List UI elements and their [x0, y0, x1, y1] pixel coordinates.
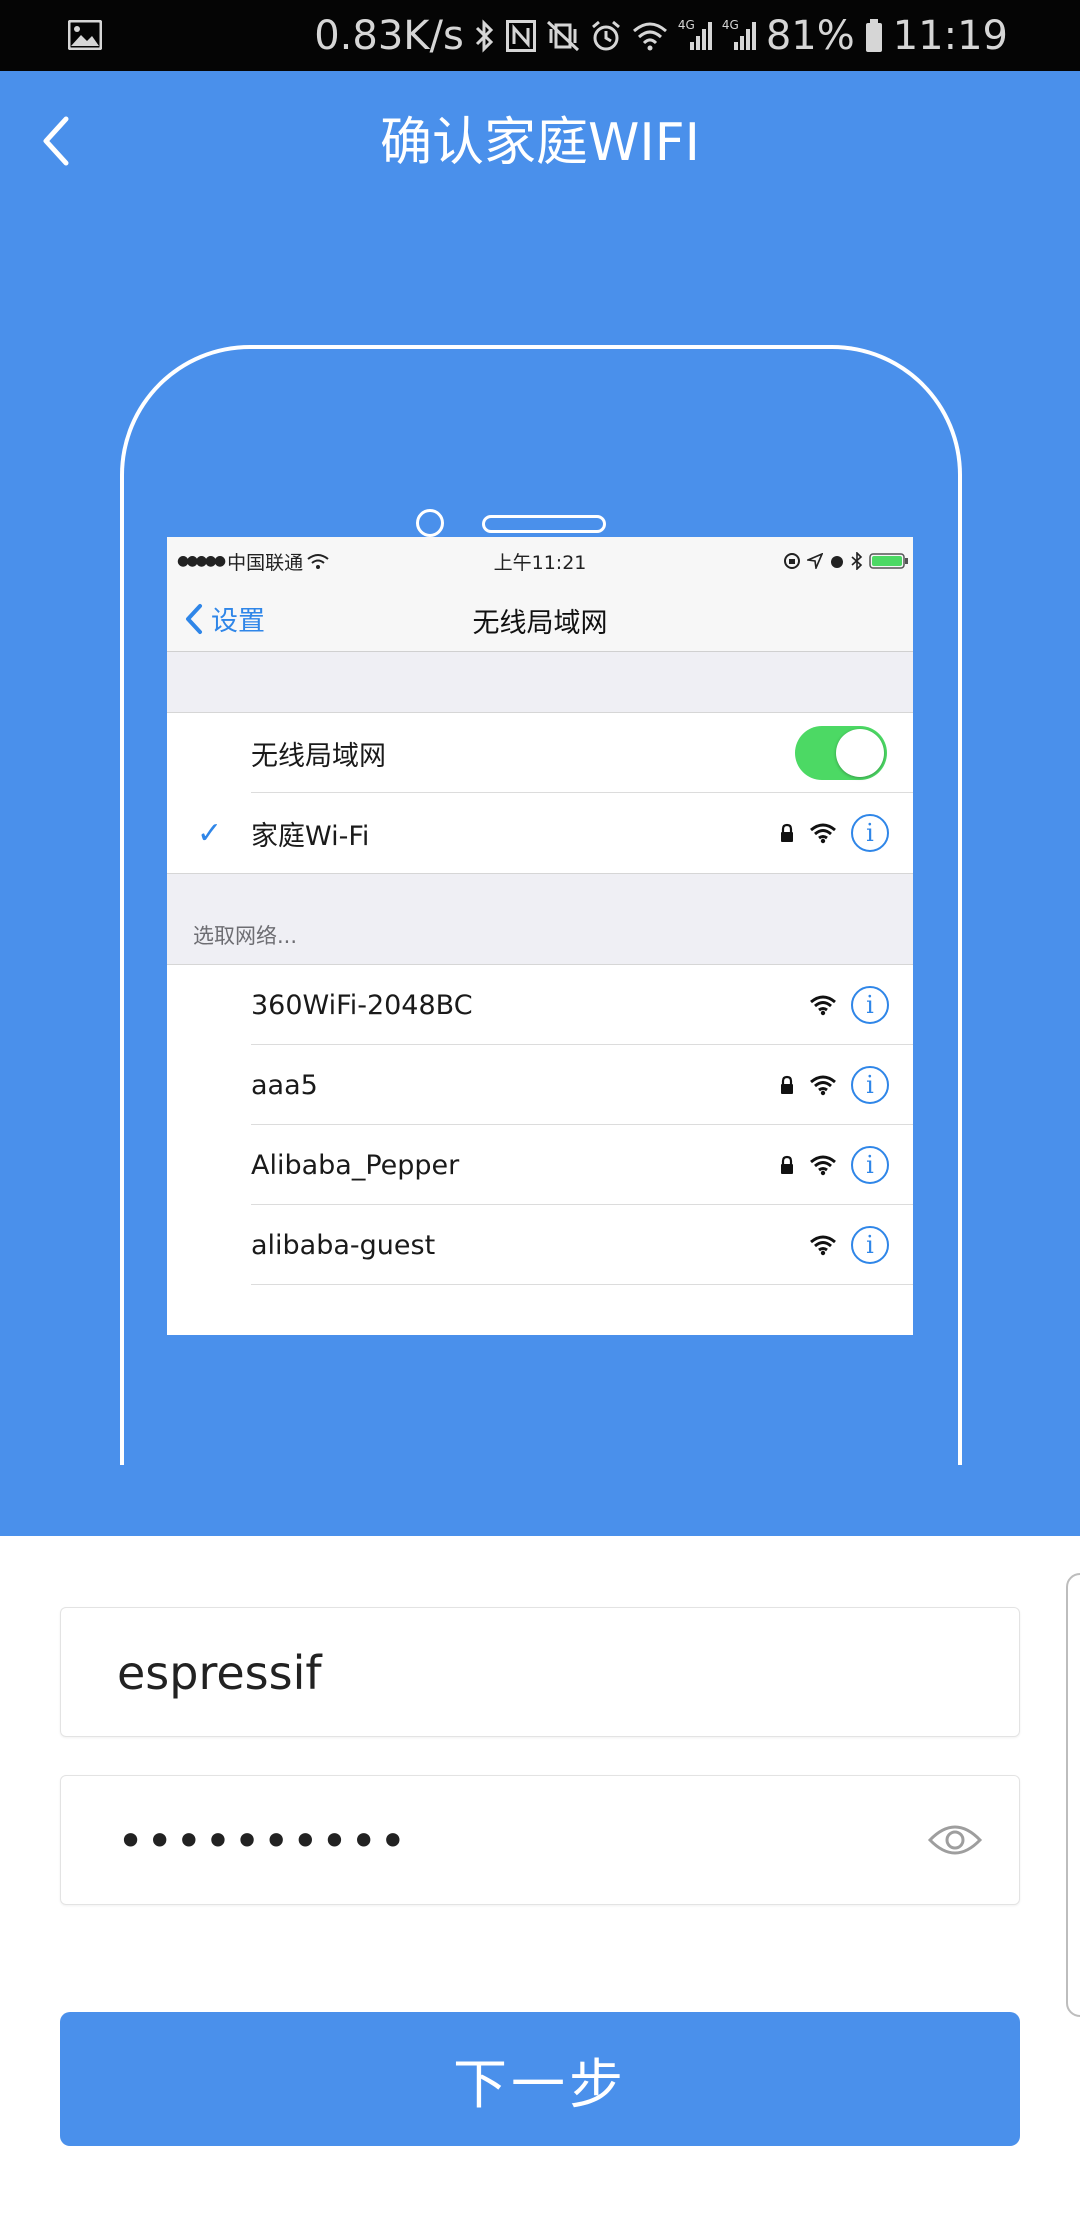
network-name: aaa5 — [251, 1069, 318, 1101]
ios-status-bar: ●●●●● 中国联通 上午11:21 — [167, 537, 913, 585]
choose-network-header: 选取网络... — [167, 873, 913, 965]
status-bar: 0.83K/s 4G 4G 81% 11:19 — [0, 0, 1080, 71]
phone-camera — [416, 509, 444, 537]
wlan-label: 无线局域网 — [251, 740, 386, 772]
nfc-icon — [505, 20, 536, 52]
clock: 11:19 — [892, 13, 1008, 59]
phone-speaker — [482, 515, 606, 533]
battery-percent: 81% — [765, 13, 855, 59]
wifi-icon — [632, 21, 668, 51]
info-icon: i — [851, 1066, 889, 1104]
section-header-label: 选取网络... — [193, 924, 298, 948]
wifi-settings-illustration: ●●●●● 中国联通 上午11:21 设置 无线局域网 无线局域网 ✓ 家庭Wi… — [167, 537, 913, 1335]
lock-rotation-icon — [784, 553, 800, 569]
ssid-input[interactable] — [115, 1608, 879, 1738]
ios-spacer — [167, 652, 913, 713]
alarm-icon — [590, 20, 622, 52]
signal-2-icon: 4G — [722, 18, 756, 52]
page-title: 确认家庭WIFI — [380, 113, 700, 173]
wifi-signal-icon — [810, 1075, 836, 1096]
lock-icon — [781, 1075, 793, 1094]
wlan-toggle-row: 无线局域网 — [167, 713, 913, 793]
bluetooth-icon — [474, 19, 496, 53]
ssid-field[interactable] — [60, 1607, 1020, 1738]
info-icon: i — [851, 1226, 889, 1264]
network-name: alibaba-guest — [251, 1229, 436, 1261]
checkmark-icon: ✓ — [197, 815, 223, 851]
password-field[interactable] — [60, 1775, 1020, 1906]
info-icon: i — [851, 986, 889, 1024]
wifi-signal-icon — [810, 823, 836, 844]
network-list: 360WiFi-2048BC i aaa5 i Alibaba_Pepper i aliba… — [167, 965, 913, 1285]
signal-1-icon: 4G — [678, 18, 712, 52]
side-panel-handle[interactable] — [1066, 1573, 1080, 2017]
wifi-signal-icon — [810, 1235, 836, 1256]
network-row: Alibaba_Pepper i — [167, 1125, 913, 1205]
battery-icon — [865, 19, 883, 53]
eye-icon[interactable] — [927, 1820, 983, 1860]
network-row: 360WiFi-2048BC i — [167, 965, 913, 1045]
location-icon — [807, 553, 823, 569]
wlan-toggle — [795, 726, 887, 780]
wifi-signal-icon — [810, 995, 836, 1016]
info-icon: i — [851, 1146, 889, 1184]
network-name: 360WiFi-2048BC — [251, 989, 473, 1021]
password-input[interactable] — [115, 1776, 879, 1906]
lock-icon — [781, 823, 793, 842]
connected-network-name: 家庭Wi-Fi — [251, 820, 370, 852]
connected-network-row: ✓ 家庭Wi-Fi i — [167, 793, 913, 873]
vibrate-mute-icon — [546, 20, 580, 52]
gallery-icon — [67, 19, 103, 54]
info-icon: i — [851, 814, 889, 852]
network-row: aaa5 i — [167, 1045, 913, 1125]
network-row: alibaba-guest i — [167, 1205, 913, 1285]
bluetooth-icon — [851, 552, 863, 570]
ios-nav-title: 无线局域网 — [472, 608, 608, 639]
next-step-button[interactable]: 下一步 — [60, 2012, 1020, 2146]
ios-nav-bar: 设置 无线局域网 — [167, 585, 913, 652]
wifi-signal-icon — [810, 1155, 836, 1176]
network-speed: 0.83K/s — [314, 13, 464, 59]
battery-icon — [869, 553, 908, 569]
lock-icon — [781, 1155, 793, 1174]
alarm-icon — [831, 556, 843, 568]
network-name: Alibaba_Pepper — [251, 1149, 460, 1181]
